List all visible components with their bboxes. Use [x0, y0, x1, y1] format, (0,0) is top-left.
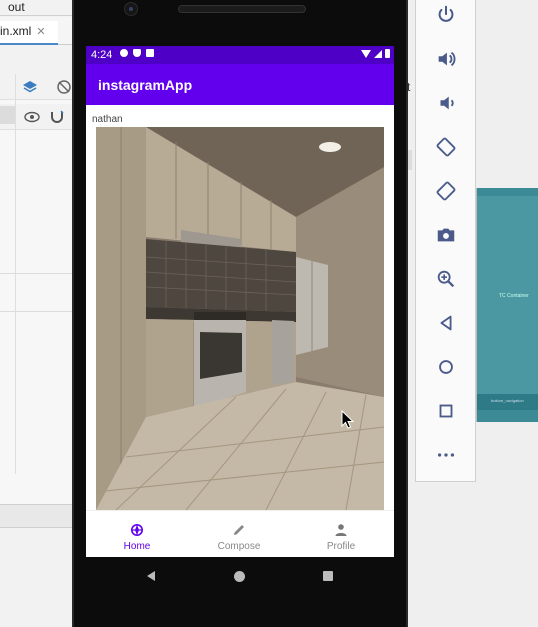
system-navigation-bar	[86, 557, 394, 595]
preview-bottom-nav: bottom_navigation	[477, 394, 538, 410]
layers-icon[interactable]	[22, 79, 38, 95]
nav-item-profile[interactable]: Profile	[290, 511, 392, 557]
bottom-navigation: Home Compose Profile	[86, 510, 394, 557]
nav-item-home[interactable]: Home	[86, 511, 188, 557]
magnet-icon[interactable]	[50, 110, 64, 124]
status-notification-icons	[120, 49, 154, 57]
eye-icon[interactable]	[24, 110, 40, 124]
back-icon[interactable]	[432, 309, 460, 337]
app-title: instagramApp	[98, 77, 193, 93]
zoom-icon[interactable]	[432, 265, 460, 293]
ide-divider	[0, 273, 75, 274]
nav-label-compose: Compose	[217, 541, 261, 552]
no-rotate-icon[interactable]	[56, 79, 72, 95]
battery-icon	[385, 49, 390, 58]
mouse-cursor-icon	[341, 410, 355, 429]
rotate-left-icon[interactable]	[432, 133, 460, 161]
pencil-icon	[234, 525, 244, 535]
wifi-icon	[361, 50, 371, 58]
ide-editor-tabs: in.xml ✕	[0, 17, 75, 45]
overview-icon[interactable]	[432, 397, 460, 425]
app-bar: instagramApp	[86, 64, 394, 105]
phone-screen: 4:24 instagramApp nathan Home Compose Pr…	[86, 46, 394, 557]
status-time: 4:24	[91, 49, 113, 61]
home-icon[interactable]	[432, 353, 460, 381]
phone-speaker	[178, 5, 306, 13]
status-system-icons	[361, 49, 390, 58]
volume-up-icon[interactable]	[432, 45, 460, 73]
overview-icon[interactable]	[323, 571, 333, 581]
ide-divider	[408, 150, 412, 170]
ide-top-out-text[interactable]: out	[8, 0, 25, 14]
signal-icon	[374, 50, 382, 58]
status-bar: 4:24	[86, 46, 394, 64]
layout-preview[interactable]: TC Container bottom_navigation	[476, 188, 538, 422]
back-icon[interactable]	[147, 571, 155, 581]
ide-file-tab[interactable]: in.xml ✕	[0, 21, 58, 45]
rotate-right-icon[interactable]	[432, 177, 460, 205]
front-camera	[124, 2, 138, 16]
post-image[interactable]	[96, 127, 384, 510]
settings-icon	[120, 49, 128, 57]
home-icon[interactable]	[234, 571, 245, 582]
ide-design-toolbar	[0, 74, 75, 100]
home-icon	[131, 524, 143, 536]
camera-icon[interactable]	[432, 221, 460, 249]
ide-divider	[0, 311, 75, 312]
volume-down-icon[interactable]	[432, 89, 460, 117]
shield-icon	[133, 49, 141, 57]
sd-card-icon	[146, 49, 154, 57]
power-icon[interactable]	[432, 1, 460, 29]
nav-label-profile: Profile	[326, 541, 356, 552]
preview-label: TC Container	[499, 293, 529, 299]
post-username[interactable]: nathan	[92, 114, 123, 125]
ide-selection-marker	[0, 106, 16, 124]
nav-item-compose[interactable]: Compose	[188, 511, 290, 557]
kitchen-photo	[96, 127, 384, 510]
more-icon[interactable]	[432, 441, 460, 469]
nav-label-home: Home	[123, 541, 151, 552]
ide-left-panel	[0, 74, 75, 504]
ide-divider	[15, 74, 16, 474]
emulator-controls	[415, 0, 476, 482]
preview-bottom-label: bottom_navigation	[491, 398, 524, 403]
ide-file-tab-label: in.xml	[0, 24, 32, 38]
close-icon[interactable]: ✕	[36, 26, 45, 38]
person-icon	[335, 524, 347, 536]
